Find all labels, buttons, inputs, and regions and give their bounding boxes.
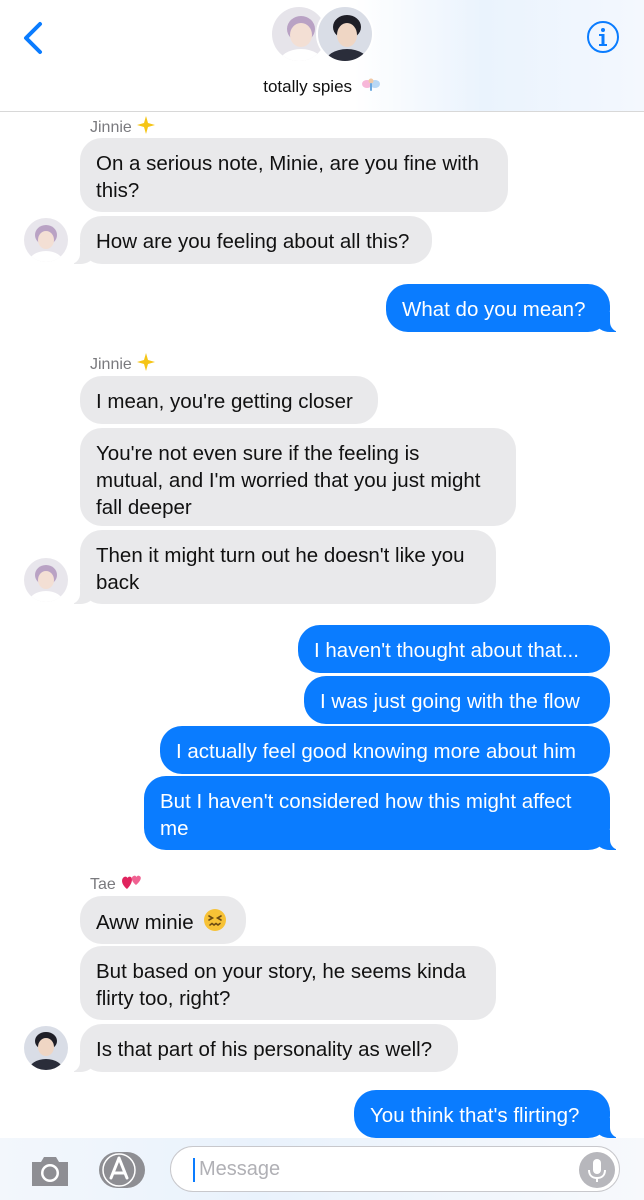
message-text: I mean, you're getting closer <box>96 390 353 413</box>
confounded-face-icon <box>203 908 227 939</box>
camera-button[interactable] <box>28 1152 72 1190</box>
dictation-button[interactable] <box>579 1152 615 1188</box>
message-bubble-incoming[interactable]: Aww minie <box>80 896 246 944</box>
message-bubble-outgoing[interactable]: I was just going with the flow <box>304 676 610 724</box>
message-text: Is that part of his personality as well? <box>96 1038 433 1061</box>
back-button[interactable] <box>18 18 54 58</box>
chevron-left-icon <box>24 22 42 54</box>
app-store-icon <box>99 1152 145 1188</box>
message-text: I was just going with the flow <box>320 690 580 713</box>
microphone-icon <box>588 1159 606 1182</box>
camera-icon <box>32 1157 68 1186</box>
message-bubble-outgoing[interactable]: I haven't thought about that... <box>298 625 610 673</box>
message-text: back <box>96 571 140 594</box>
message-input[interactable]: Message <box>170 1146 620 1192</box>
message-text: You think that's flirting? <box>370 1104 580 1127</box>
app-store-button[interactable] <box>98 1150 148 1190</box>
message-bubble-outgoing[interactable]: What do you mean? <box>386 284 620 332</box>
message-bubble-incoming[interactable]: But based on your story, he seems kinda … <box>80 946 496 1020</box>
message-bubble-incoming[interactable]: You're not even sure if the feeling is m… <box>80 428 516 526</box>
text-caret <box>193 1158 195 1182</box>
sender-name: Tae <box>90 873 143 896</box>
message-text: Then it might turn out he doesn't like y… <box>96 544 465 567</box>
message-bubble-outgoing[interactable]: But I haven't considered how this might … <box>144 776 620 850</box>
sender-name: Jinnie <box>90 116 155 139</box>
message-text: mutual, and I'm worried that you just mi… <box>96 469 481 492</box>
info-button[interactable] <box>586 20 620 54</box>
message-bubble-incoming[interactable]: On a serious note, Minie, are you fine w… <box>80 138 508 212</box>
composer-bar: Message <box>0 1138 644 1200</box>
message-bubble-incoming[interactable]: How are you feeling about all this? <box>70 216 432 264</box>
message-text: flirty too, right? <box>96 987 231 1010</box>
conversation-header: totally spies <box>0 0 644 112</box>
info-icon <box>587 21 619 53</box>
message-text: this? <box>96 179 140 202</box>
message-text: fall deeper <box>96 496 192 519</box>
avatar[interactable] <box>24 558 68 602</box>
message-placeholder: Message <box>199 1158 281 1180</box>
hearts-icon <box>121 873 143 896</box>
message-text: On a serious note, Minie, are you fine w… <box>96 152 479 175</box>
fairy-icon <box>361 76 381 99</box>
message-text: me <box>160 817 189 840</box>
group-name-label: totally spies <box>263 76 353 96</box>
message-text: I haven't thought about that... <box>314 639 579 662</box>
message-bubble-outgoing[interactable]: I actually feel good knowing more about … <box>160 726 610 774</box>
avatar[interactable] <box>24 1026 68 1070</box>
message-text: But based on your story, he seems kinda <box>96 960 466 983</box>
message-bubble-incoming[interactable]: I mean, you're getting closer <box>80 376 378 424</box>
avatar <box>316 5 374 63</box>
group-name[interactable]: totally spies <box>0 76 644 99</box>
message-text: You're not even sure if the feeling is <box>96 442 420 465</box>
group-avatars[interactable] <box>270 5 376 65</box>
sender-name: Jinnie <box>90 353 155 376</box>
message-text: But I haven't considered how this might … <box>160 790 572 813</box>
message-bubble-incoming[interactable]: Is that part of his personality as well? <box>70 1024 458 1072</box>
sparkle-icon <box>136 116 155 139</box>
avatar[interactable] <box>24 218 68 262</box>
message-text: Aww minie <box>96 910 194 934</box>
sparkle-icon <box>136 353 155 376</box>
message-bubble-outgoing[interactable]: You think that's flirting? <box>354 1090 620 1138</box>
message-bubble-incoming[interactable]: Then it might turn out he doesn't like y… <box>70 530 496 604</box>
message-text: I actually feel good knowing more about … <box>176 740 576 763</box>
message-text: What do you mean? <box>402 298 586 321</box>
message-text: How are you feeling about all this? <box>96 230 410 253</box>
